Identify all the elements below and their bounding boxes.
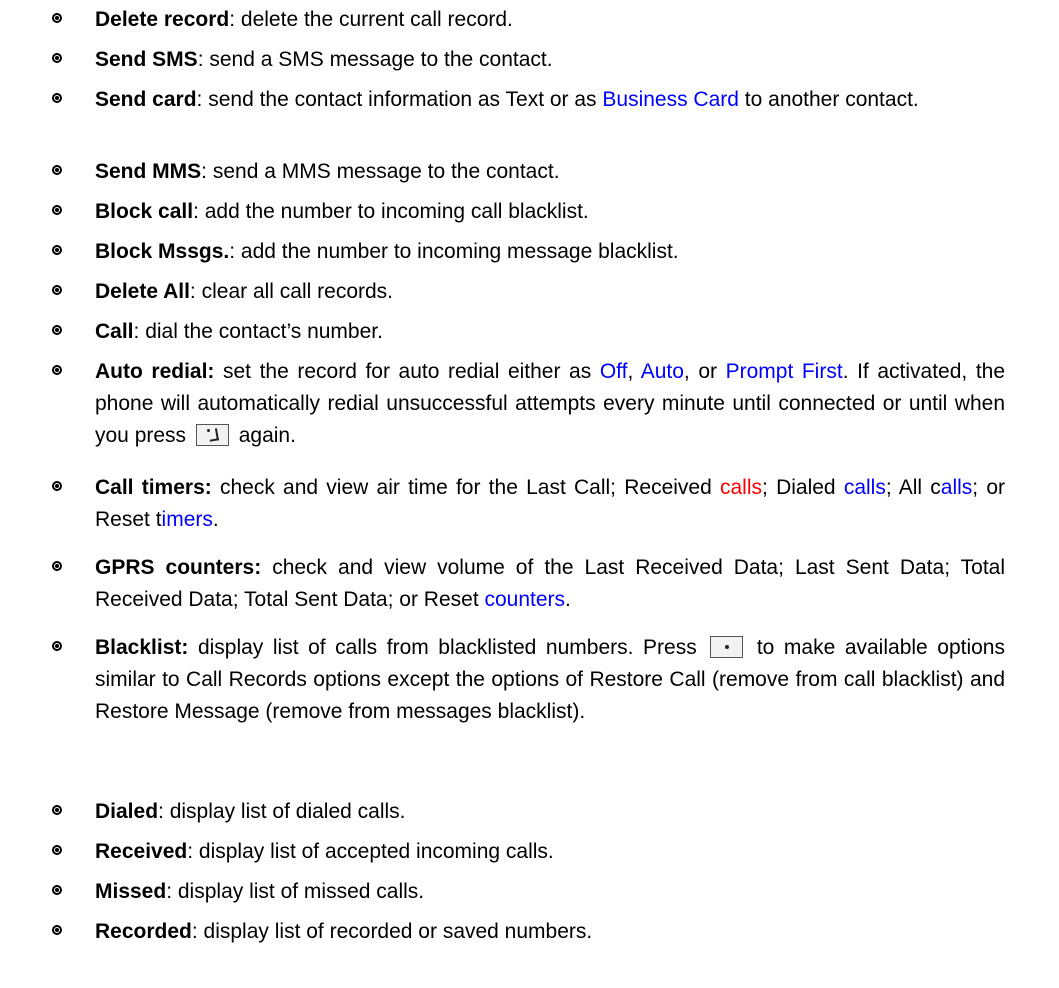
business-card-link[interactable]: Business Card — [602, 88, 739, 111]
item-desc: . — [212, 508, 219, 531]
item-text: Send MMS: send a MMS message to the cont… — [95, 156, 1005, 188]
bullet-icon — [52, 365, 62, 375]
bullet-icon — [52, 925, 62, 935]
item-term: Block Mssgs. — [95, 240, 230, 263]
received-calls-link[interactable]: calls — [720, 476, 762, 499]
item-desc: ; Dialed — [762, 476, 844, 499]
dialed-calls-link[interactable]: calls — [844, 476, 886, 499]
item-desc: delete the current call record. — [235, 8, 513, 31]
item-term: Call timers: — [95, 476, 212, 499]
item-text: Send card: send the contact information … — [95, 84, 1005, 116]
item-text: Missed: display list of missed calls. — [95, 876, 1005, 908]
item-desc: to another contact. — [738, 88, 919, 111]
item-desc: set the record for auto redial either as — [214, 360, 600, 383]
item-text: Blacklist: display list of calls from bl… — [95, 632, 1005, 728]
item-term: GPRS counters: — [95, 556, 262, 579]
off-link[interactable]: Off — [600, 360, 628, 383]
item-term: Call — [95, 320, 134, 343]
bullet-icon — [52, 885, 62, 895]
item-term: Received — [95, 840, 188, 863]
bullet-icon — [52, 481, 62, 491]
item-desc: display list of accepted incoming calls. — [193, 840, 554, 863]
item-term: Missed — [95, 880, 167, 903]
item-term: Blacklist: — [95, 636, 189, 659]
item-desc: add the number to incoming message black… — [235, 240, 679, 263]
item-term: Send SMS — [95, 48, 198, 71]
item-desc: clear all call records. — [195, 280, 393, 303]
item-text: Delete record: delete the current call r… — [95, 4, 1005, 36]
item-desc: send a SMS message to the contact. — [203, 48, 553, 71]
bullet-icon — [52, 205, 62, 215]
bullet-icon — [52, 245, 62, 255]
item-desc: send the contact information as Text or … — [202, 88, 603, 111]
item-text: Call: dial the contact’s number. — [95, 316, 1005, 348]
center-key-icon — [710, 636, 744, 658]
item-desc: , or — [683, 360, 726, 383]
item-desc: , — [627, 360, 641, 383]
bullet-icon — [52, 641, 62, 651]
item-text: Block Mssgs.: add the number to incoming… — [95, 236, 1005, 268]
item-desc: display list of calls from blacklisted n… — [188, 636, 707, 659]
item-text: GPRS counters: check and view volume of … — [95, 552, 1005, 616]
bullet-icon — [52, 165, 62, 175]
item-text: Delete All: clear all call records. — [95, 276, 1005, 308]
item-term: Block call — [95, 200, 194, 223]
item-desc: add the number to incoming call blacklis… — [198, 200, 589, 223]
bullet-icon — [52, 325, 62, 335]
bullet-icon — [52, 561, 62, 571]
all-calls-link[interactable]: alls — [941, 476, 973, 499]
item-desc: . — [565, 588, 571, 611]
item-desc: send a MMS message to the contact. — [207, 160, 560, 183]
item-desc: display list of recorded or saved number… — [197, 920, 593, 943]
item-desc: check and view air time for the Last Cal… — [211, 476, 720, 499]
item-desc: again. — [232, 424, 296, 447]
item-text: Recorded: display list of recorded or sa… — [95, 916, 1005, 948]
item-text: Dialed: display list of dialed calls. — [95, 796, 1005, 828]
item-text: Received: display list of accepted incom… — [95, 836, 1005, 868]
bullet-icon — [52, 53, 62, 63]
bullet-icon — [52, 13, 62, 23]
item-text: Call timers: check and view air time for… — [95, 472, 1005, 536]
bullet-icon — [52, 285, 62, 295]
item-text: Auto redial: set the record for auto red… — [95, 356, 1005, 452]
call-key-icon — [195, 424, 229, 446]
reset-timers-link[interactable]: imers — [162, 508, 213, 531]
item-term: Dialed — [95, 800, 159, 823]
item-desc: display list of dialed calls. — [163, 800, 406, 823]
item-term: Delete All — [95, 280, 190, 303]
item-term: Send MMS — [95, 160, 202, 183]
item-term: Send card — [95, 88, 197, 111]
item-term: Auto redial: — [95, 360, 215, 383]
auto-link[interactable]: Auto — [641, 360, 684, 383]
item-desc: dial the contact’s number. — [139, 320, 383, 343]
item-text: Block call: add the number to incoming c… — [95, 196, 1005, 228]
item-desc: ; All c — [885, 476, 941, 499]
item-term: Delete record — [95, 8, 230, 31]
item-text: Send SMS: send a SMS message to the cont… — [95, 44, 1005, 76]
item-term: Recorded — [95, 920, 192, 943]
prompt-first-link[interactable]: Prompt First — [726, 360, 843, 383]
bullet-icon — [52, 805, 62, 815]
bullet-icon — [52, 845, 62, 855]
bullet-icon — [52, 93, 62, 103]
item-desc: display list of missed calls. — [172, 880, 425, 903]
reset-counters-link[interactable]: counters — [484, 588, 565, 611]
